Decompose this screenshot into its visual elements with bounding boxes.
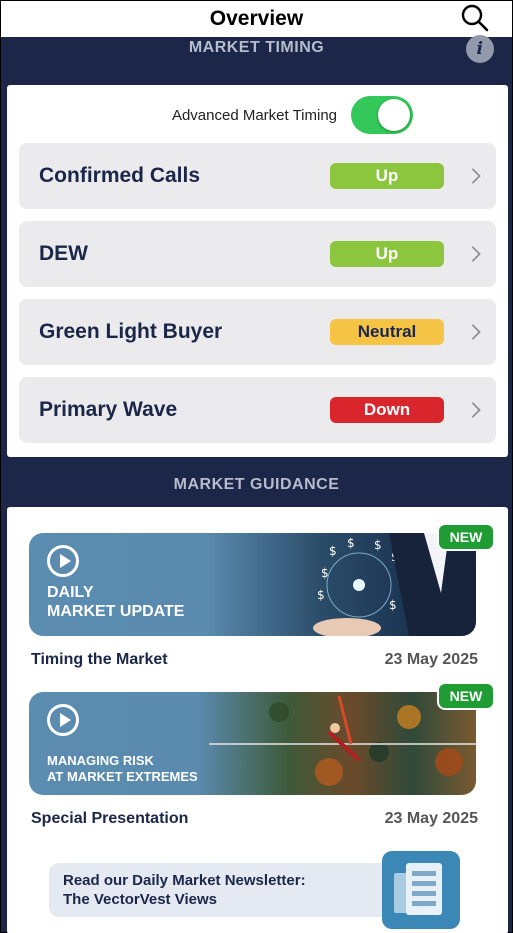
svg-text:$: $: [321, 566, 329, 580]
thumbnail-text: DAILY MARKET UPDATE: [47, 583, 184, 621]
thumbnail-text: MANAGING RISK AT MARKET EXTREMES: [47, 753, 198, 784]
page-title: Overview: [209, 7, 304, 30]
market-timing-header: MARKET TIMING i: [1, 33, 512, 63]
video-thumbnail-managing-risk[interactable]: MANAGING RISK AT MARKET EXTREMES: [29, 692, 476, 795]
newsletter-line-1: Read our Daily Market Newsletter:: [63, 872, 306, 889]
newsletter-text: Read our Daily Market Newsletter: The Ve…: [63, 872, 306, 910]
svg-text:$: $: [389, 598, 397, 612]
chevron-right-icon: [471, 324, 481, 340]
new-badge: NEW: [437, 682, 495, 710]
advanced-timing-label: Advanced Market Timing: [171, 106, 338, 124]
timing-row-confirmed-calls[interactable]: Confirmed Calls Up: [19, 143, 496, 209]
top-bar: Overview: [1, 1, 512, 37]
svg-text:$: $: [347, 536, 355, 550]
thumbnail-line-1: MANAGING RISK: [47, 753, 154, 768]
advanced-timing-row: Advanced Market Timing: [7, 95, 508, 135]
thumbnail-line-2: AT MARKET EXTREMES: [47, 768, 198, 784]
card-title[interactable]: Timing the Market: [31, 651, 168, 669]
market-timing-panel: Advanced Market Timing Confirmed Calls U…: [7, 85, 508, 457]
svg-text:$: $: [374, 538, 382, 552]
card-caption: Timing the Market 23 May 2025: [31, 651, 478, 669]
thumbnail-line-2: MARKET UPDATE: [47, 603, 185, 621]
card-date: 23 May 2025: [384, 810, 478, 827]
chevron-right-icon: [471, 402, 481, 418]
status-badge: Neutral: [330, 319, 444, 345]
card-caption: Special Presentation 23 May 2025: [31, 810, 478, 828]
video-thumbnail-daily-update[interactable]: $ $ $ $ $ $ $ $ DAILY MARKET UPDATE: [29, 533, 476, 636]
timing-row-label: Green Light Buyer: [39, 320, 223, 343]
newsletter-line-2: The VectorVest Views: [63, 890, 217, 908]
card-title[interactable]: Special Presentation: [31, 810, 188, 828]
svg-text:$: $: [329, 544, 337, 558]
timing-row-green-light-buyer[interactable]: Green Light Buyer Neutral: [19, 299, 496, 365]
timing-row-primary-wave[interactable]: Primary Wave Down: [19, 377, 496, 443]
thumbnail-line-1: DAILY: [47, 584, 94, 601]
status-badge: Down: [330, 397, 444, 423]
card-date: 23 May 2025: [384, 651, 478, 668]
status-badge: Up: [330, 241, 444, 267]
timing-row-label: Confirmed Calls: [39, 164, 201, 187]
market-guidance-title: MARKET GUIDANCE: [173, 476, 340, 493]
chevron-right-icon: [471, 246, 481, 262]
play-icon: [47, 704, 79, 736]
advanced-timing-toggle[interactable]: [351, 96, 414, 134]
status-badge: Up: [330, 163, 444, 189]
toggle-knob: [378, 99, 411, 131]
timing-row-label: Primary Wave: [39, 398, 178, 421]
search-icon[interactable]: [460, 3, 490, 33]
market-guidance-header: MARKET GUIDANCE: [1, 470, 512, 500]
market-timing-title: MARKET TIMING: [188, 39, 325, 56]
svg-text:$: $: [317, 588, 325, 602]
timing-row-label: DEW: [39, 242, 88, 265]
play-icon: [47, 545, 79, 577]
new-badge: NEW: [437, 523, 495, 551]
newsletter-icon: [382, 851, 460, 929]
newsletter-banner[interactable]: Read our Daily Market Newsletter: The Ve…: [49, 851, 460, 929]
info-icon[interactable]: i: [466, 35, 494, 63]
timing-row-dew[interactable]: DEW Up: [19, 221, 496, 287]
chevron-right-icon: [471, 168, 481, 184]
